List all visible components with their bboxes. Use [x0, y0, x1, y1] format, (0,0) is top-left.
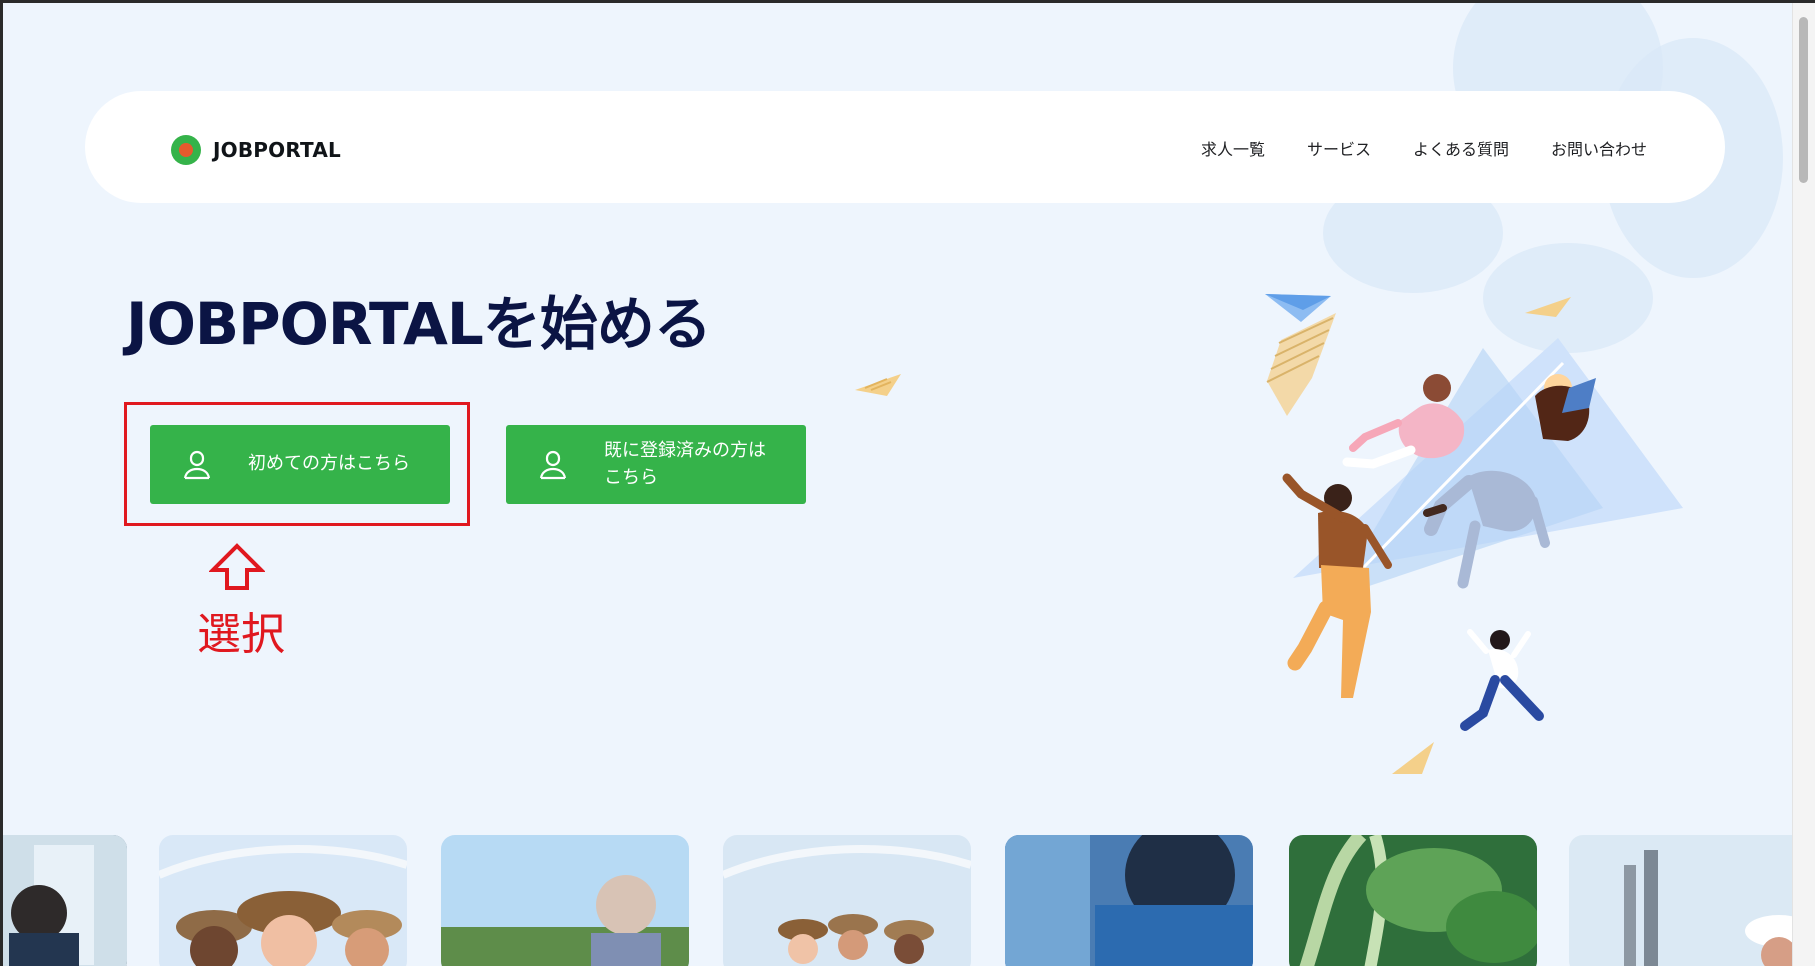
nav-services[interactable]: サービス — [1307, 136, 1371, 160]
registered-user-button[interactable]: 既に登録済みの方はこちら — [506, 425, 806, 504]
vertical-scrollbar[interactable] — [1792, 3, 1815, 966]
top-navigation: JOBPORTAL 求人一覧 サービス よくある質問 お問い合わせ — [85, 91, 1725, 203]
user-icon — [183, 450, 211, 479]
brand-name: JOBPORTAL — [213, 138, 341, 162]
carousel-photo — [159, 835, 407, 966]
registered-user-button-label: 既に登録済みの方はこちら — [604, 440, 766, 488]
nav-contact[interactable]: お問い合わせ — [1551, 136, 1647, 160]
nav-faq[interactable]: よくある質問 — [1413, 136, 1509, 160]
arrow-up-icon — [209, 543, 265, 590]
hero-title: JOBPORTALを始める — [126, 290, 712, 358]
page-canvas: JOBPORTAL 求人一覧 サービス よくある質問 お問い合わせ JOBPOR… — [3, 3, 1793, 966]
carousel-photo — [1289, 835, 1537, 966]
carousel-photo — [1569, 835, 1793, 966]
annotation-label: 選択 — [197, 609, 285, 660]
user-icon — [539, 450, 567, 479]
nav-job-list[interactable]: 求人一覧 — [1201, 136, 1265, 160]
new-user-button-label: 初めての方はこちら — [248, 453, 410, 475]
main-nav: 求人一覧 サービス よくある質問 お問い合わせ — [1201, 136, 1647, 160]
carousel-photo — [723, 835, 971, 966]
logo-mark-icon — [171, 135, 201, 165]
hero-illustration — [1266, 313, 1683, 731]
carousel-photo — [3, 835, 127, 966]
carousel-photo — [441, 835, 689, 966]
paper-plane-icon — [855, 374, 901, 396]
photo-carousel — [3, 835, 1793, 966]
new-user-button[interactable]: 初めての方はこちら — [150, 425, 450, 504]
carousel-photo — [1005, 835, 1253, 966]
scrollbar-thumb[interactable] — [1799, 17, 1808, 183]
brand-logo[interactable]: JOBPORTAL — [171, 135, 341, 165]
